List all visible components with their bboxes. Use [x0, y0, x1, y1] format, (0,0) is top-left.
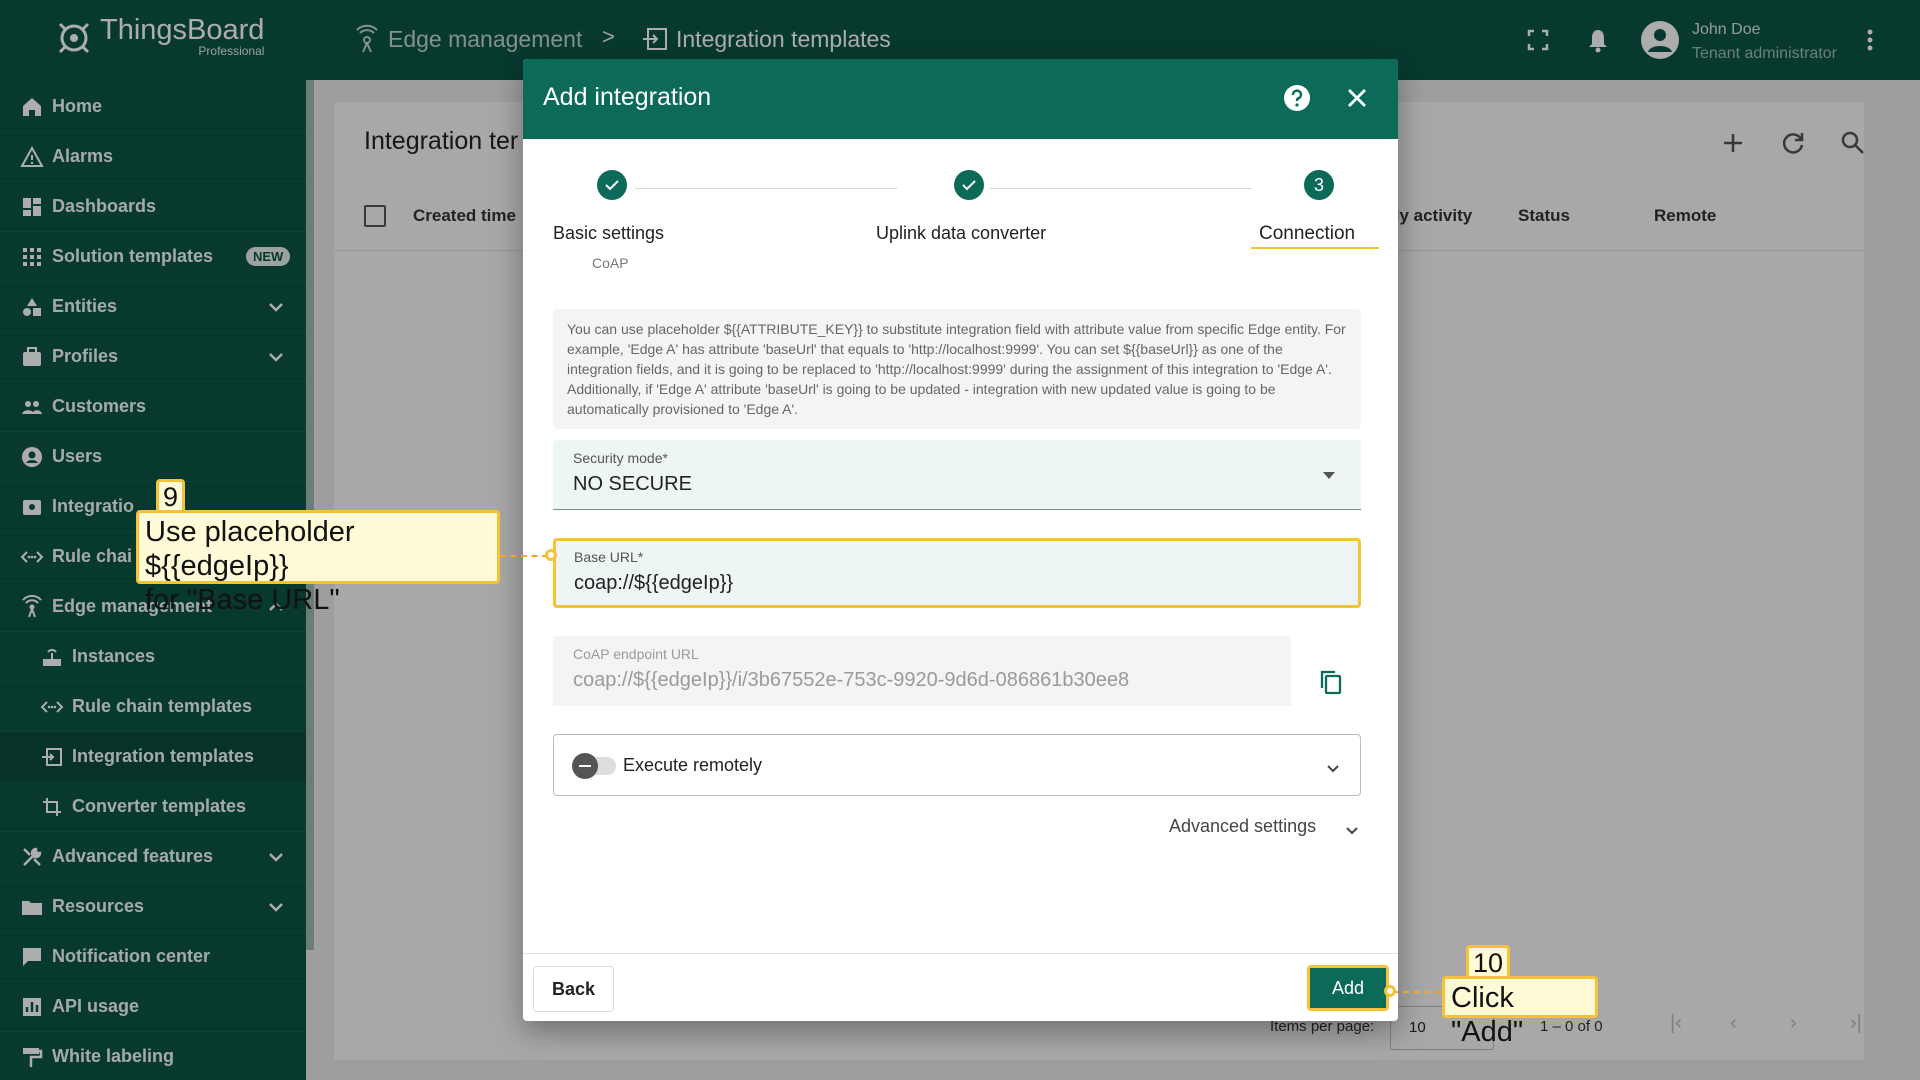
annotation-step-9-connector — [500, 555, 548, 557]
add-button[interactable]: Add — [1307, 965, 1389, 1011]
dialog-footer-divider — [523, 953, 1398, 954]
close-icon[interactable] — [1342, 83, 1372, 113]
chevron-down-icon[interactable] — [1324, 759, 1342, 777]
coap-endpoint-value: coap://${{edgeIp}}/i/3b67552e-753c-9920-… — [573, 669, 1130, 691]
step-3-active[interactable]: 3 — [1304, 170, 1334, 200]
stepper-connector — [990, 188, 1252, 189]
annotation-step-10-dot — [1384, 985, 1396, 997]
base-url-label: Base URL* — [574, 549, 644, 565]
add-integration-dialog: Add integration 3 Basic settings CoAP Up… — [523, 59, 1398, 1021]
annotation-step-10-callout: Click "Add" — [1442, 976, 1598, 1048]
step-1-done[interactable] — [597, 170, 627, 200]
chevron-down-icon[interactable] — [1343, 821, 1361, 839]
security-mode-select[interactable]: Security mode* NO SECURE — [553, 440, 1361, 510]
active-step-underline — [1251, 247, 1379, 249]
check-icon — [605, 180, 619, 191]
base-url-field[interactable]: Base URL* coap://${{edgeIp}} — [553, 538, 1361, 608]
execute-remotely-panel[interactable]: Execute remotely — [553, 734, 1361, 796]
step-2-label[interactable]: Uplink data converter — [876, 223, 1046, 244]
step-1-label[interactable]: Basic settings — [553, 223, 664, 244]
copy-icon[interactable] — [1317, 668, 1345, 696]
check-icon — [962, 180, 976, 191]
step-1-sublabel: CoAP — [592, 255, 629, 271]
security-mode-label: Security mode* — [573, 450, 668, 466]
coap-endpoint-field: CoAP endpoint URL coap://${{edgeIp}}/i/3… — [553, 636, 1291, 706]
advanced-settings-toggle[interactable]: Advanced settings — [1169, 816, 1316, 837]
annotation-step-9-dot — [545, 549, 557, 561]
execute-remotely-toggle[interactable] — [572, 753, 598, 779]
back-button[interactable]: Back — [533, 966, 614, 1012]
annotation-step-9-line-1: Use placeholder ${{edgeIp}} — [145, 516, 355, 582]
annotation-step-9-callout: Use placeholder ${{edgeIp}} for "Base UR… — [136, 510, 500, 616]
placeholder-hint: You can use placeholder ${{ATTRIBUTE_KEY… — [553, 309, 1361, 429]
security-mode-value: NO SECURE — [573, 473, 692, 495]
base-url-input[interactable]: coap://${{edgeIp}} — [574, 572, 733, 595]
annotation-step-10-connector — [1392, 991, 1442, 993]
help-icon[interactable] — [1282, 83, 1312, 113]
coap-endpoint-label: CoAP endpoint URL — [573, 646, 699, 662]
dialog-title: Add integration — [543, 83, 712, 111]
annotation-step-9-line-2: for "Base URL" — [145, 584, 340, 616]
step-2-done[interactable] — [954, 170, 984, 200]
dialog-header: Add integration — [523, 59, 1398, 139]
execute-remotely-label: Execute remotely — [623, 755, 763, 775]
dropdown-arrow-icon — [1323, 472, 1335, 479]
step-3-label[interactable]: Connection — [1259, 223, 1355, 245]
stepper-connector — [635, 188, 897, 189]
